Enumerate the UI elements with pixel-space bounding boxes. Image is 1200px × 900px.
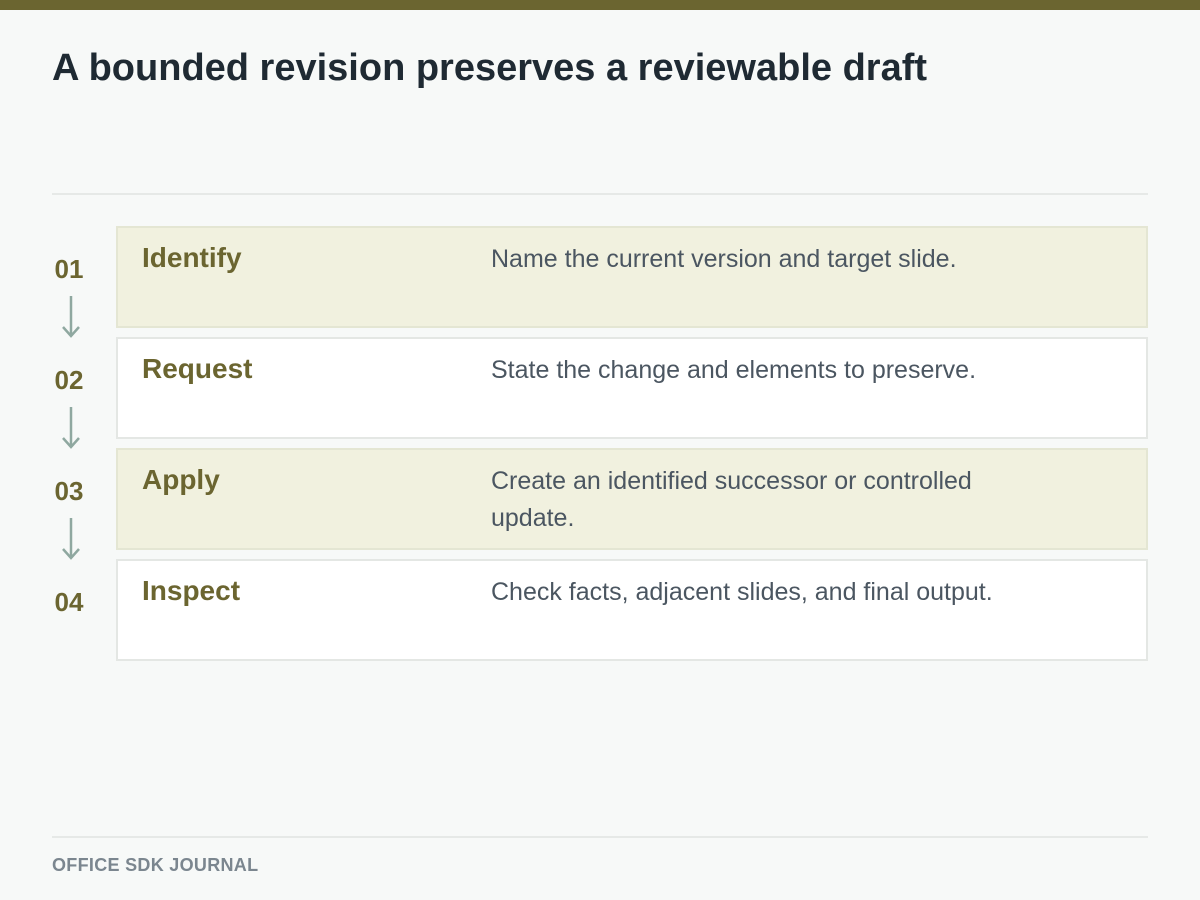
- step-description: State the change and elements to preserv…: [491, 356, 977, 384]
- step-number: 03: [54, 476, 84, 506]
- footer-label: OFFICE SDK JOURNAL: [52, 855, 259, 875]
- step-item: 02 Request State the change and elements…: [52, 337, 1148, 449]
- step-item: 03 Apply Create an identified successor …: [52, 448, 1148, 560]
- step-number: 04: [54, 587, 84, 617]
- step-label: Inspect: [142, 575, 241, 606]
- arrow-down-icon: [62, 296, 80, 338]
- footer-divider: [52, 836, 1148, 838]
- step-card: Identify Name the current version and ta…: [116, 226, 1148, 328]
- step-label: Apply: [142, 464, 220, 495]
- step-label: Request: [142, 353, 253, 384]
- step-card: Inspect Check facts, adjacent slides, an…: [116, 559, 1148, 661]
- step-item: 01 Identify Name the current version and…: [52, 226, 1148, 338]
- step-description: Create an identified successor or contro…: [491, 467, 972, 532]
- step-description: Check facts, adjacent slides, and final …: [491, 578, 993, 606]
- arrow-down-icon: [62, 518, 80, 560]
- step-description: Name the current version and target slid…: [491, 245, 957, 273]
- step-item: 04 Inspect Check facts, adjacent slides,…: [52, 559, 1148, 661]
- step-card: Apply Create an identified successor or …: [116, 448, 1148, 550]
- step-number: 01: [54, 254, 84, 284]
- arrow-down-icon: [62, 407, 80, 449]
- step-card: Request State the change and elements to…: [116, 337, 1148, 439]
- title-divider: [52, 193, 1148, 195]
- step-number: 02: [54, 365, 84, 395]
- step-label: Identify: [142, 242, 242, 273]
- slide-title: A bounded revision preserves a reviewabl…: [52, 47, 928, 89]
- top-accent-bar: [0, 0, 1200, 10]
